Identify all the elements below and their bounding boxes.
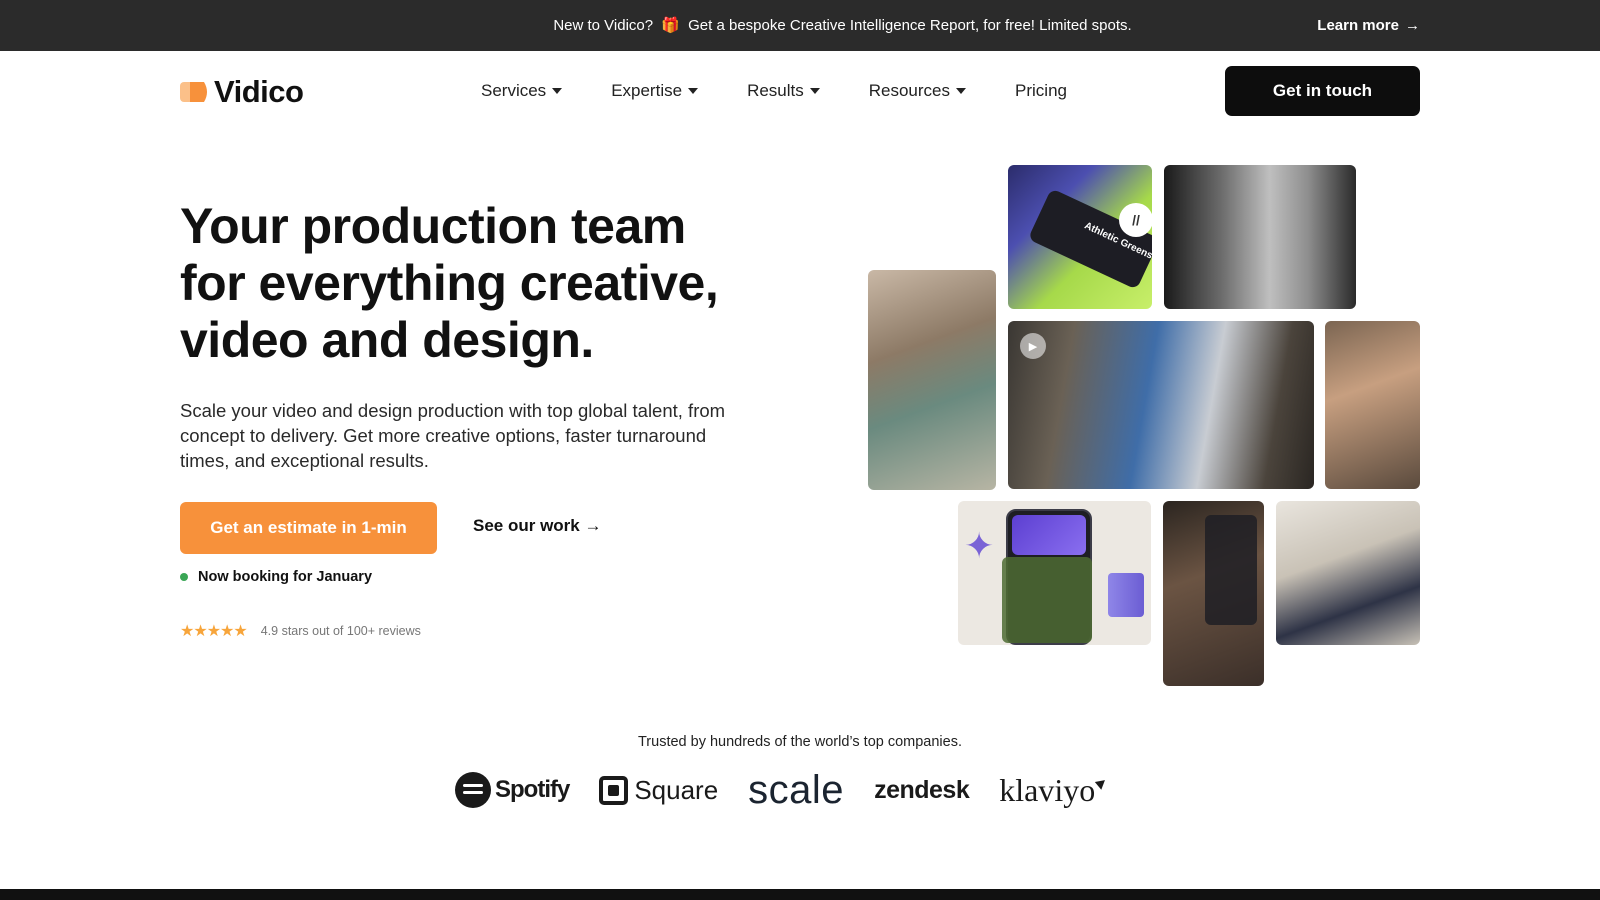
nav-results-label: Results bbox=[747, 81, 804, 100]
get-estimate-button[interactable]: Get an estimate in 1-min bbox=[180, 502, 437, 554]
zendesk-logo: zendesk bbox=[874, 775, 970, 805]
spotify-wordmark: Spotify bbox=[495, 776, 570, 803]
headline-line-3: video and design. bbox=[180, 312, 594, 368]
klaviyo-logo: klaviyo bbox=[999, 771, 1109, 809]
nav-results[interactable]: Results bbox=[747, 81, 820, 101]
headline-line-2: for everything creative, bbox=[180, 255, 719, 311]
hero-subtext: Scale your video and design production w… bbox=[180, 400, 726, 471]
klaviyo-wordmark: klaviyo bbox=[999, 771, 1096, 808]
announcement-offer: Get a bespoke Creative Intelligence Repo… bbox=[688, 17, 1132, 34]
app-header-graphic bbox=[1012, 515, 1086, 555]
athletic-greens-video-tile[interactable]: Athletic Greens // bbox=[1008, 165, 1152, 309]
headline-line-1: Your production team bbox=[180, 198, 686, 254]
nav-services[interactable]: Services bbox=[481, 81, 563, 101]
announcement-lead: New to Vidico? bbox=[553, 17, 654, 34]
announcement-bar: New to Vidico? 🎁 Get a bespoke Creative … bbox=[0, 0, 1600, 51]
shopping-app-video-tile[interactable] bbox=[1163, 501, 1264, 686]
get-in-touch-button[interactable]: Get in touch bbox=[1225, 66, 1420, 116]
nav-resources[interactable]: Resources bbox=[868, 81, 967, 101]
nav-expertise[interactable]: Expertise bbox=[611, 81, 699, 101]
payment-terminal-photo-tile[interactable] bbox=[868, 270, 996, 490]
office-presenter-video-tile[interactable] bbox=[1276, 501, 1420, 645]
next-section-edge bbox=[0, 889, 1600, 900]
main-nav: Services Expertise Results Resources Pri… bbox=[481, 78, 1116, 104]
learn-more-link[interactable]: Learn more → bbox=[1317, 0, 1420, 51]
square-wordmark: Square bbox=[634, 774, 719, 805]
pause-icon[interactable]: // bbox=[1119, 203, 1152, 237]
star-rating-icon: ★★★★★ bbox=[180, 623, 248, 640]
see-our-work-link[interactable]: See our work → bbox=[473, 516, 601, 536]
scale-logo: scale bbox=[748, 768, 844, 813]
bar-graphic-icon bbox=[1108, 573, 1144, 617]
play-icon[interactable]: ▶ bbox=[1020, 333, 1046, 359]
arrow-right-icon: → bbox=[1405, 17, 1420, 34]
vidico-logo-icon bbox=[180, 82, 207, 102]
scale-wordmark: scale bbox=[748, 767, 845, 812]
phone-mockup bbox=[1205, 515, 1257, 625]
nav-pricing-label: Pricing bbox=[1015, 81, 1067, 100]
client-logos: Spotify Square scale zendesk klaviyo bbox=[455, 768, 1109, 813]
square-icon bbox=[599, 775, 629, 805]
booking-status-text: Now booking for January bbox=[198, 569, 373, 585]
app-panel-graphic bbox=[1002, 557, 1092, 643]
chef-portrait-photo-tile[interactable] bbox=[1325, 321, 1420, 489]
caret-down-icon bbox=[956, 88, 967, 94]
logo-wordmark: Vidico bbox=[214, 74, 304, 109]
hero-headline: Your production team for everything crea… bbox=[180, 198, 780, 369]
status-dot-icon bbox=[180, 573, 188, 581]
rating-summary: ★★★★★ 4.9 stars out of 100+ reviews bbox=[180, 621, 421, 641]
zendesk-wordmark: zendesk bbox=[874, 775, 970, 804]
nav-resources-label: Resources bbox=[868, 81, 951, 100]
cooking-shoot-video-tile[interactable]: ▶ bbox=[1008, 321, 1314, 489]
booking-status: Now booking for January bbox=[180, 569, 372, 585]
vidico-logo[interactable]: Vidico bbox=[180, 74, 304, 110]
square-logo: Square bbox=[599, 775, 718, 806]
nav-pricing[interactable]: Pricing bbox=[1015, 81, 1067, 101]
flag-icon bbox=[1095, 776, 1109, 790]
sparkle-icon: ✦ bbox=[964, 525, 995, 566]
caret-down-icon bbox=[552, 88, 563, 94]
trusted-by-title: Trusted by hundreds of the world’s top c… bbox=[637, 734, 962, 750]
bw-portrait-video-tile[interactable] bbox=[1164, 165, 1356, 309]
caret-down-icon bbox=[809, 88, 820, 94]
nav-services-label: Services bbox=[481, 81, 547, 100]
music-app-ui-tile[interactable]: ✦ bbox=[958, 501, 1151, 645]
rating-text: 4.9 stars out of 100+ reviews bbox=[260, 624, 421, 638]
nav-expertise-label: Expertise bbox=[611, 81, 683, 100]
caret-down-icon bbox=[688, 88, 699, 94]
phone-mockup bbox=[1002, 509, 1092, 645]
learn-more-label: Learn more bbox=[1317, 17, 1399, 34]
spotify-icon bbox=[455, 772, 491, 808]
spotify-logo: Spotify bbox=[455, 772, 570, 808]
gift-icon: 🎁 bbox=[661, 17, 680, 34]
